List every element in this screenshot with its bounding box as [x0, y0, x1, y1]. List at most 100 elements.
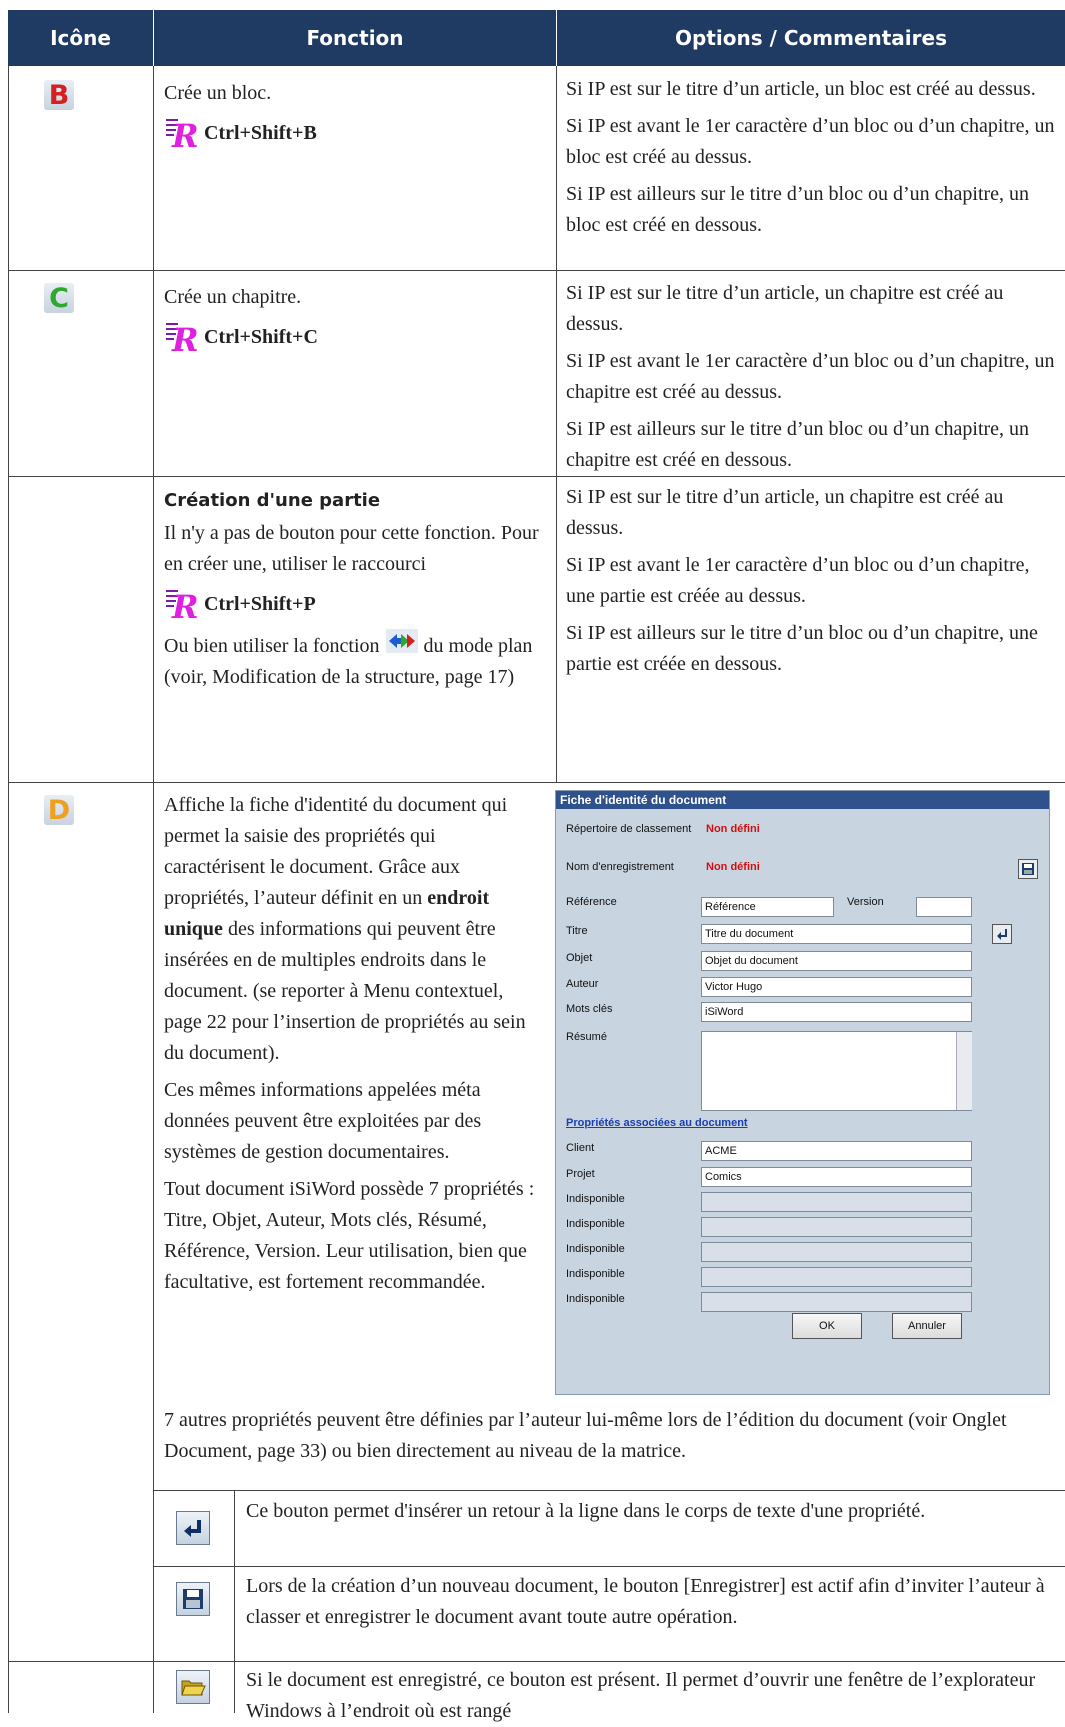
- shortcut-r-icon: R: [166, 321, 199, 353]
- chapitre-shortcut-keys: Ctrl+Shift+C: [204, 326, 318, 348]
- chapitre-comment-1: Si IP est sur le titre d’un article, un …: [566, 282, 1004, 335]
- objet-label: Objet: [566, 952, 593, 964]
- row-partie-comments: Si IP est sur le titre d’un article, un …: [566, 482, 1061, 686]
- return-description: Ce bouton permet d'insérer un retour à l…: [246, 1500, 926, 1522]
- save-button-image: [176, 1582, 210, 1616]
- chapitre-comment-3: Si IP est ailleurs sur le titre d’un blo…: [566, 418, 1030, 471]
- dialog-return-button[interactable]: [992, 924, 1012, 944]
- chapitre-icon-letter: C: [49, 282, 69, 314]
- partie-text: Il n'y a pas de bouton pour cette foncti…: [164, 522, 539, 575]
- document-para-1: Affiche la fiche d'identité du document …: [164, 790, 539, 1069]
- grid-hline-4: [153, 1490, 1065, 1491]
- bloc-fonction-text: Crée un bloc.: [164, 82, 272, 104]
- indispo-label-1: Indisponible: [566, 1193, 625, 1205]
- indispo-label-3: Indisponible: [566, 1243, 625, 1255]
- chapitre-icon: C: [44, 282, 74, 314]
- indispo-label-4: Indisponible: [566, 1268, 625, 1280]
- indispo-field-5: [701, 1292, 972, 1312]
- version-label: Version: [847, 896, 884, 908]
- indispo-field-3: [701, 1242, 972, 1262]
- resume-label: Résumé: [566, 1031, 607, 1043]
- partie-title: Création d'une partie: [164, 490, 381, 511]
- repertoire-value: Non défini: [706, 823, 760, 835]
- assoc-properties-link[interactable]: Propriétés associées au document: [566, 1117, 748, 1129]
- indispo-field-1: [701, 1192, 972, 1212]
- bloc-shortcut-keys: Ctrl+Shift+B: [204, 122, 317, 144]
- grid-hline-6: [8, 1661, 1065, 1662]
- shortcut-r-icon: R: [166, 588, 199, 620]
- save-icon: [183, 1589, 203, 1609]
- grid-hline-3: [8, 782, 1065, 783]
- row-chapitre-comments: Si IP est sur le titre d’un article, un …: [566, 278, 1061, 482]
- titre-field[interactable]: Titre du document: [701, 924, 972, 944]
- resume-scrollbar[interactable]: [956, 1032, 972, 1110]
- header-options: Options / Commentaires: [557, 10, 1065, 66]
- document-para-4: 7 autres propriétés peuvent être définie…: [164, 1409, 1007, 1462]
- document-identity-icon: D: [44, 795, 74, 826]
- partie-shortcut: R Ctrl+Shift+P: [164, 586, 549, 620]
- page: Icône Fonction Options / Commentaires B …: [0, 0, 1065, 1722]
- dialog-save-button[interactable]: [1018, 859, 1038, 879]
- partie-text-2: Ou bien utiliser la fonction du mode pla…: [164, 628, 549, 693]
- nom-label: Nom d'enregistrement: [566, 861, 674, 873]
- repertoire-label: Répertoire de classement: [566, 823, 692, 835]
- bloc-icon-letter: B: [48, 79, 70, 111]
- version-field[interactable]: [916, 897, 972, 917]
- mots-label: Mots clés: [566, 1003, 613, 1015]
- svg-text:R: R: [171, 588, 199, 620]
- grid-vline-sub: [234, 1490, 235, 1713]
- grid-vline-3: [556, 66, 557, 782]
- partie-comment-1: Si IP est sur le titre d’un article, un …: [566, 486, 1004, 539]
- chapitre-comment-2: Si IP est avant le 1er caractère d’un bl…: [566, 350, 1055, 403]
- client-field[interactable]: ACME: [701, 1141, 972, 1161]
- grid-hline-1: [8, 270, 1065, 271]
- dialog-ok-button[interactable]: OK: [792, 1313, 862, 1339]
- header-options-label: Options / Commentaires: [675, 26, 947, 50]
- dialog-cancel-button[interactable]: Annuler: [892, 1313, 962, 1339]
- row-chapitre-fonction: Crée un chapitre. R Ctrl+Shift+C: [164, 282, 549, 353]
- save-icon: [1022, 863, 1034, 875]
- bloc-comment-3: Si IP est ailleurs sur le titre d’un blo…: [566, 183, 1030, 236]
- indispo-field-2: [701, 1217, 972, 1237]
- bloc-shortcut: R Ctrl+Shift+B: [164, 115, 549, 149]
- save-description: Lors de la création d’un nouveau documen…: [246, 1575, 1045, 1628]
- header-icone-label: Icône: [50, 26, 111, 50]
- return-icon: [997, 929, 1007, 940]
- titre-label: Titre: [566, 925, 588, 937]
- reference-field[interactable]: Référence: [701, 897, 834, 917]
- row-bloc-comments: Si IP est sur le titre d’un article, un …: [566, 74, 1061, 247]
- header-fonction: Fonction: [154, 10, 556, 66]
- objet-field[interactable]: Objet du document: [701, 951, 972, 971]
- partie-shortcut-keys: Ctrl+Shift+P: [204, 593, 316, 615]
- row-document-text: Affiche la fiche d'identité du document …: [164, 790, 539, 1304]
- auteur-label: Auteur: [566, 978, 599, 990]
- indispo-field-4: [701, 1267, 972, 1287]
- svg-text:R: R: [171, 117, 199, 149]
- grid-vline-2: [153, 66, 154, 1713]
- indispo-label-5: Indisponible: [566, 1293, 625, 1305]
- grid-vline-1: [8, 66, 9, 1713]
- resume-field[interactable]: [701, 1031, 972, 1111]
- reference-label: Référence: [566, 896, 617, 908]
- partie-comment-2: Si IP est avant le 1er caractère d’un bl…: [566, 554, 1030, 607]
- projet-label: Projet: [566, 1168, 595, 1180]
- indispo-label-2: Indisponible: [566, 1218, 625, 1230]
- row-partie-fonction: Création d'une partie Il n'y a pas de bo…: [164, 485, 549, 699]
- client-label: Client: [566, 1142, 595, 1154]
- folder-description: Si le document est enregistré, ce bouton…: [246, 1669, 1036, 1722]
- return-icon: [184, 1520, 201, 1537]
- chapitre-shortcut: R Ctrl+Shift+C: [164, 319, 549, 353]
- return-button-image: [176, 1511, 210, 1545]
- nom-value: Non défini: [706, 861, 760, 873]
- bloc-icon: B: [44, 79, 74, 111]
- partie-text-2a: Ou bien utiliser la fonction: [164, 635, 380, 657]
- promote-arrows-icon: [385, 629, 418, 653]
- bloc-comment-1: Si IP est sur le titre d’un article, un …: [566, 78, 1036, 100]
- header-fonction-label: Fonction: [306, 26, 404, 50]
- document-para-3: Tout document iSiWord possède 7 propriét…: [164, 1178, 535, 1293]
- row-bloc-fonction: Crée un bloc. R Ctrl+Shift+B: [164, 78, 549, 149]
- auteur-field[interactable]: Victor Hugo: [701, 977, 972, 997]
- bloc-comment-2: Si IP est avant le 1er caractère d’un bl…: [566, 115, 1055, 168]
- projet-field[interactable]: Comics: [701, 1167, 972, 1187]
- mots-field[interactable]: iSiWord: [701, 1002, 972, 1022]
